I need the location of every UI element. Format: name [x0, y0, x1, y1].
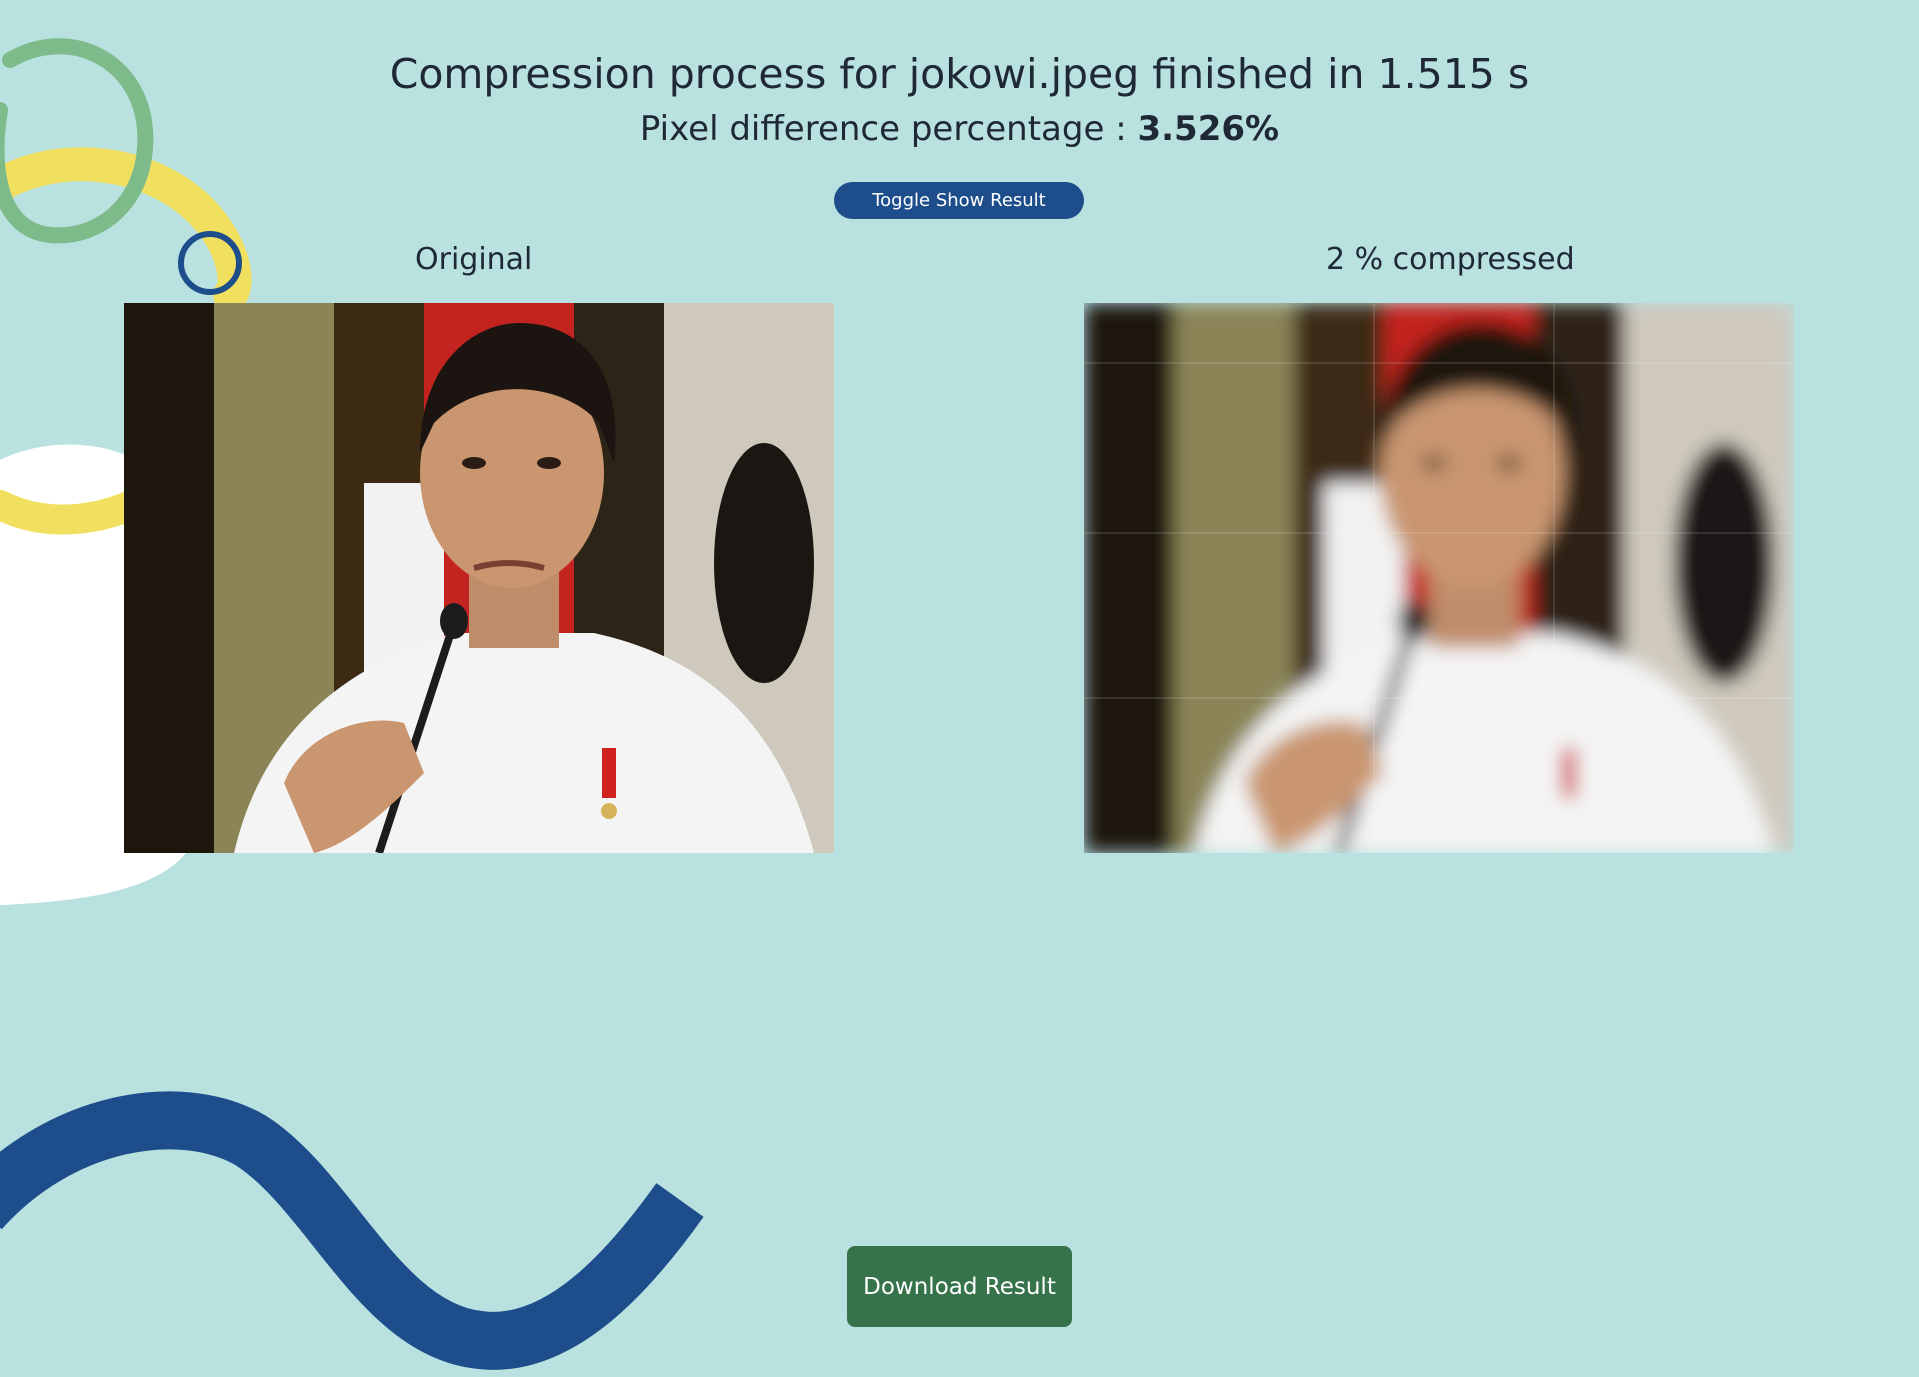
toggle-show-result-button[interactable]: Toggle Show Result: [834, 182, 1084, 219]
pixel-difference-text: Pixel difference percentage : 3.526%: [0, 104, 1919, 154]
compressed-image: [1084, 303, 1794, 853]
compressed-image-label: 2 % compressed: [1326, 242, 1575, 277]
original-photo-graphic: [124, 303, 834, 853]
compressed-photo-graphic: [1084, 303, 1794, 853]
compression-result-title: Compression process for jokowi.jpeg fini…: [389, 50, 1530, 98]
blue-circle-shape: [178, 231, 242, 295]
yellow-band-shape: [0, 147, 252, 312]
original-image: [124, 303, 834, 853]
blue-wave-shape: [0, 1091, 704, 1370]
download-result-button[interactable]: Download Result: [847, 1246, 1072, 1327]
pixel-difference-label: Pixel difference percentage :: [639, 109, 1138, 149]
pixel-difference-value: 3.526%: [1137, 109, 1280, 149]
original-image-label: Original: [415, 242, 533, 277]
